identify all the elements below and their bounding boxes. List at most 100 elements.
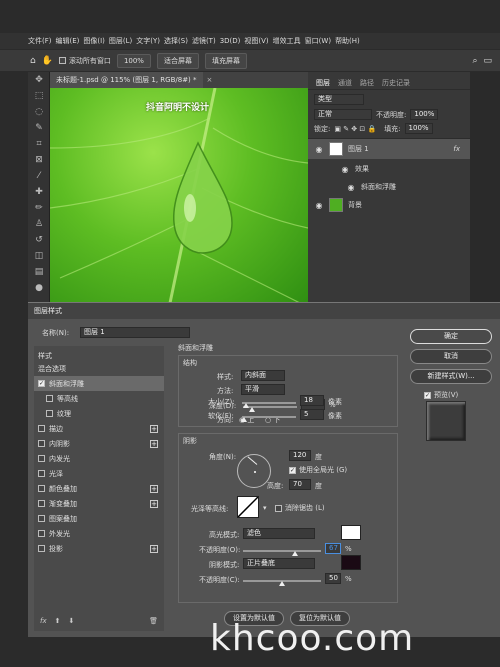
opacity-field[interactable]: 100%	[410, 109, 439, 120]
hand-tool-icon[interactable]: ✋	[42, 56, 53, 66]
style-checkbox[interactable]	[38, 425, 45, 432]
preview-checkbox[interactable]: ✓ 预览(V)	[424, 390, 458, 400]
lasso-tool-icon[interactable]: ◌	[28, 104, 50, 120]
visibility-eye-icon[interactable]: ◉	[346, 183, 356, 192]
menu-item[interactable]: 图层(L)	[109, 36, 132, 46]
highlight-color-swatch[interactable]	[341, 525, 361, 540]
style-checkbox[interactable]	[38, 455, 45, 462]
style-checkbox[interactable]	[38, 545, 45, 552]
style-checkbox[interactable]	[38, 500, 45, 507]
style-item[interactable]: ✓ 斜面和浮雕	[34, 376, 164, 391]
visibility-eye-icon[interactable]: ◉	[314, 201, 324, 210]
highlight-opacity-slider[interactable]	[243, 550, 321, 552]
angle-dial[interactable]	[237, 454, 271, 488]
shadow-color-swatch[interactable]	[341, 555, 361, 570]
brush-tool-icon[interactable]: ✏	[28, 200, 50, 216]
panel-tab[interactable]: 路径	[360, 78, 374, 89]
layer-name-field[interactable]: 图层 1	[80, 327, 190, 338]
gradient-tool-icon[interactable]: ▤	[28, 264, 50, 280]
frame-tool-icon[interactable]: ⊠	[28, 152, 50, 168]
style-checkbox[interactable]	[38, 470, 45, 477]
menu-item[interactable]: 选择(S)	[164, 36, 188, 46]
style-item[interactable]: 颜色叠加 +	[34, 481, 164, 496]
quick-select-tool-icon[interactable]: ✎	[28, 120, 50, 136]
menu-item[interactable]: 窗口(W)	[305, 36, 331, 46]
layer-row-1[interactable]: ◉ 图层 1 fx	[308, 139, 470, 159]
global-light-checkbox[interactable]: ✓ 使用全局光 (G)	[289, 465, 347, 475]
menu-item[interactable]: 编辑(E)	[56, 36, 80, 46]
workspace-icon[interactable]: ▭	[483, 56, 492, 66]
style-checkbox[interactable]	[38, 530, 45, 537]
menu-item[interactable]: 文件(F)	[28, 36, 52, 46]
style-item[interactable]: 图案叠加	[34, 511, 164, 526]
gloss-contour-picker[interactable]	[237, 496, 259, 518]
home-icon[interactable]: ⌂	[30, 56, 36, 66]
close-icon[interactable]: ×	[207, 76, 213, 84]
trash-icon[interactable]: 🗑	[149, 617, 158, 625]
cancel-button[interactable]: 取消	[410, 349, 492, 364]
marquee-tool-icon[interactable]: ⬚	[28, 88, 50, 104]
search-icon[interactable]: ⌕	[472, 56, 477, 66]
fx-icon[interactable]: fx	[40, 617, 47, 625]
soften-slider[interactable]	[242, 416, 296, 418]
contour-dropdown-icon[interactable]: ▾	[263, 504, 267, 512]
style-checkbox[interactable]	[38, 440, 45, 447]
angle-field[interactable]: 120	[289, 450, 311, 461]
style-item[interactable]: 内阴影 +	[34, 436, 164, 451]
fill-screen-button[interactable]: 填充屏幕	[204, 52, 247, 69]
highlight-mode-select[interactable]: 滤色	[243, 528, 315, 539]
visibility-eye-icon[interactable]: ◉	[314, 145, 324, 154]
new-style-button[interactable]: 新建样式(W)...	[410, 369, 492, 384]
add-effect-icon[interactable]: +	[150, 499, 158, 508]
effects-row[interactable]: ◉ 效果	[308, 159, 470, 179]
canvas[interactable]: 抖音阿明不设计	[50, 88, 308, 303]
shadow-opacity-field[interactable]: 50	[325, 573, 341, 584]
add-effect-icon[interactable]: +	[150, 439, 158, 448]
bevel-style-select[interactable]: 内斜面	[241, 370, 285, 381]
visibility-eye-icon[interactable]: ◉	[340, 165, 350, 174]
layer-kind-filter[interactable]: 类型	[314, 94, 364, 105]
menu-item[interactable]: 视图(V)	[244, 36, 268, 46]
soften-slider-knob[interactable]	[240, 417, 247, 422]
lock-icon[interactable]: ▣ ✎ ✥ ⊡ 🔒	[334, 125, 376, 133]
antialias-checkbox[interactable]: 消除锯齿 (L)	[275, 503, 325, 513]
move-down-icon[interactable]: ⬇	[68, 617, 74, 625]
layer-row-background[interactable]: ◉ 背景	[308, 195, 470, 215]
blur-tool-icon[interactable]: ●	[28, 280, 50, 296]
size-slider[interactable]	[242, 402, 296, 404]
style-item[interactable]: 纹理	[34, 406, 164, 421]
style-item[interactable]: 描边 +	[34, 421, 164, 436]
altitude-field[interactable]: 70	[289, 479, 311, 490]
size-slider-knob[interactable]	[242, 403, 249, 408]
menu-item[interactable]: 帮助(H)	[335, 36, 360, 46]
move-up-icon[interactable]: ⬆	[55, 617, 61, 625]
menu-item[interactable]: 增效工具	[273, 36, 301, 46]
size-field[interactable]: 18	[300, 395, 324, 406]
add-effect-icon[interactable]: +	[150, 544, 158, 553]
crop-tool-icon[interactable]: ⌗	[28, 136, 50, 152]
style-item[interactable]: 渐变叠加 +	[34, 496, 164, 511]
bevel-effect-row[interactable]: ◉ 斜面和浮雕	[308, 179, 470, 195]
style-item[interactable]: 投影 +	[34, 541, 164, 556]
fx-icon[interactable]: fx	[453, 145, 460, 153]
panel-tab[interactable]: 通道	[338, 78, 352, 89]
eyedropper-tool-icon[interactable]: ⁄	[28, 168, 50, 184]
shadow-mode-select[interactable]: 正片叠底	[243, 558, 315, 569]
ok-button[interactable]: 确定	[410, 329, 492, 344]
panel-tab[interactable]: 历史记录	[382, 78, 410, 89]
menu-item[interactable]: 3D(D)	[220, 37, 241, 45]
add-effect-icon[interactable]: +	[150, 484, 158, 493]
style-checkbox[interactable]	[38, 485, 45, 492]
style-item[interactable]: 外发光	[34, 526, 164, 541]
eraser-tool-icon[interactable]: ◫	[28, 248, 50, 264]
healing-brush-icon[interactable]: ✚	[28, 184, 50, 200]
style-checkbox[interactable]	[38, 515, 45, 522]
menu-item[interactable]: 文字(Y)	[136, 36, 160, 46]
fit-screen-button[interactable]: 适合屏幕	[156, 52, 199, 69]
document-tab[interactable]: 未标题-1.psd @ 115% (图层 1, RGB/8#) *	[50, 72, 203, 88]
fill-field[interactable]: 100%	[404, 123, 433, 134]
highlight-opacity-field[interactable]: 67	[325, 543, 341, 554]
stamp-tool-icon[interactable]: ♙	[28, 216, 50, 232]
style-checkbox[interactable]	[46, 410, 53, 417]
menu-item[interactable]: 图像(I)	[83, 36, 105, 46]
